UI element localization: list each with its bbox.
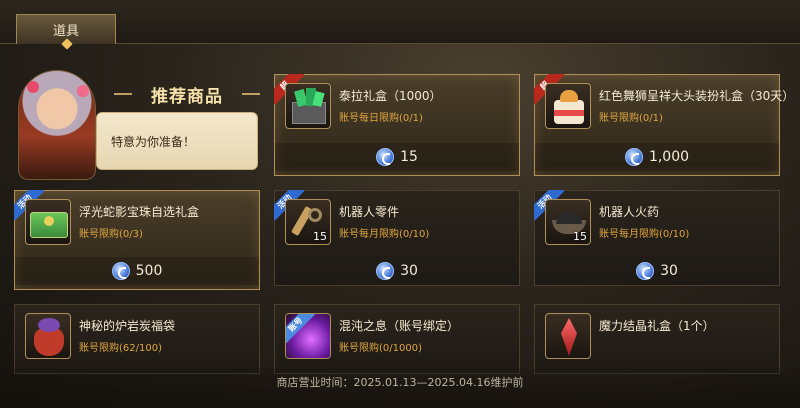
price-bar[interactable]: 30	[535, 257, 779, 285]
shop-hours-text: 商店营业时间：2025.01.13—2025.04.16维护前	[276, 376, 524, 389]
green-treasure-box-icon	[25, 199, 71, 245]
item-quantity: 15	[573, 230, 587, 243]
price-bar[interactable]: 500	[15, 257, 259, 285]
shop-item-card[interactable]: 活动 15 机器人零件 账号每月限购(0/10) 30	[274, 190, 520, 286]
item-purchase-limit: 账号限购(0/3)	[79, 229, 143, 240]
npc-speech-bubble: 特意为你准备！	[96, 112, 258, 170]
price-bar[interactable]: 30	[275, 257, 519, 285]
item-name: 魔力结晶礼盒（1个）	[599, 319, 715, 333]
shop-item-card[interactable]: 超 泰拉礼盒（1000） 账号每日限购(0/1) 15	[274, 74, 520, 176]
shop-item-card[interactable]: 活动 浮光蛇影宝珠自选礼盒 账号限购(0/3) 500	[14, 190, 260, 290]
title-ornament-left	[114, 93, 132, 95]
coin-icon	[111, 262, 130, 280]
shop-item-card[interactable]: 账号 混沌之息（账号绑定） 账号限购(0/1000)	[274, 304, 520, 374]
tab-items-label: 道具	[52, 24, 79, 39]
item-price: 30	[660, 263, 678, 279]
robot-parts-icon: 15	[285, 199, 331, 245]
shop-item-card[interactable]: 活动 15 机器人火药 账号每月限购(0/10) 30	[534, 190, 780, 286]
speech-text: 特意为你准备！	[111, 134, 196, 149]
shop-hours-footer: 商店营业时间：2025.01.13—2025.04.16维护前	[0, 368, 800, 408]
item-name: 机器人火药	[599, 205, 660, 219]
title-ornament-right	[242, 93, 260, 95]
item-name: 泰拉礼盒（1000）	[339, 89, 442, 103]
item-purchase-limit: 账号限购(0/1)	[599, 113, 663, 124]
featured-title: 推荐商品	[112, 82, 262, 107]
item-price: 1,000	[648, 149, 690, 165]
purple-chaos-icon: 账号	[285, 313, 331, 359]
shop-item-card[interactable]: 神秘的炉岩炭福袋 账号限购(62/100)	[14, 304, 260, 374]
item-name: 浮光蛇影宝珠自选礼盒	[79, 205, 200, 219]
red-crystal-icon	[545, 313, 591, 359]
price-bar[interactable]: 15	[275, 143, 519, 171]
hair-flower-icon	[27, 81, 39, 93]
featured-title-text: 推荐商品	[151, 86, 223, 107]
shop-item-card[interactable]: 魔力结晶礼盒（1个）	[534, 304, 780, 374]
hair-flower-icon	[77, 85, 89, 97]
cake-gift-box-icon	[545, 83, 591, 129]
item-purchase-limit: 账号限购(62/100)	[79, 343, 162, 354]
item-price: 15	[400, 149, 418, 165]
ribbon-badge: 账号	[286, 314, 315, 343]
item-name: 混沌之息（账号绑定）	[339, 319, 460, 333]
gunpowder-bowl-icon: 15	[545, 199, 591, 245]
item-name: 机器人零件	[339, 205, 400, 219]
item-purchase-limit: 账号每日限购(0/1)	[339, 113, 423, 124]
tab-items[interactable]: 道具	[16, 14, 116, 50]
green-crystal-chest-icon	[285, 83, 331, 129]
coin-icon	[624, 148, 643, 166]
price-bar[interactable]: 1,000	[535, 143, 779, 171]
coin-icon	[376, 262, 395, 280]
item-purchase-limit: 账号限购(0/1000)	[339, 343, 422, 354]
item-price: 30	[400, 263, 418, 279]
item-name: 红色舞狮呈祥大头装扮礼盒（30天）	[599, 89, 795, 103]
shop-item-card[interactable]: 超 红色舞狮呈祥大头装扮礼盒（30天） 账号限购(0/1) 1,000	[534, 74, 794, 176]
top-tab-bar: 道具	[0, 0, 800, 50]
item-quantity: 15	[313, 230, 327, 243]
item-name: 神秘的炉岩炭福袋	[79, 319, 176, 333]
tab-active-marker-icon	[61, 38, 73, 50]
coin-icon	[376, 148, 395, 166]
item-price: 500	[135, 263, 163, 279]
item-purchase-limit: 账号每月限购(0/10)	[599, 229, 690, 240]
item-purchase-limit: 账号每月限购(0/10)	[339, 229, 430, 240]
lucky-bag-icon	[25, 313, 71, 359]
npc-portrait	[18, 70, 96, 180]
coin-icon	[636, 262, 655, 280]
